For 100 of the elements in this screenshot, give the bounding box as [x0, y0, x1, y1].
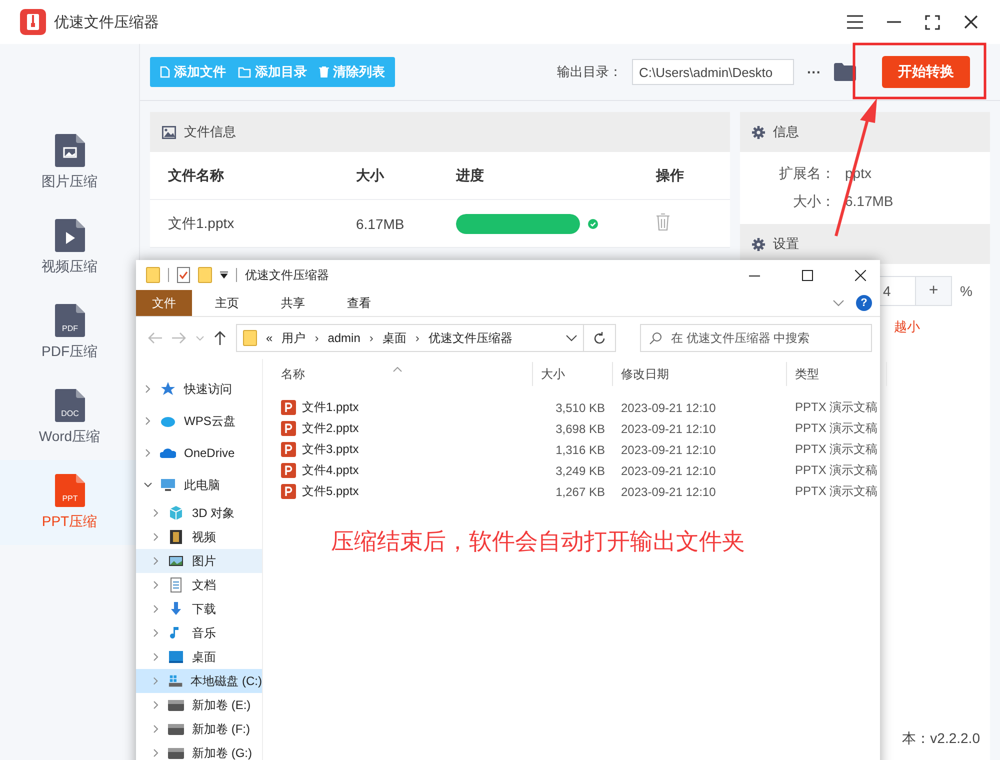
desktop-icon [168, 649, 184, 665]
nav-item[interactable]: 文档 [136, 573, 262, 597]
help-button[interactable]: ? [856, 295, 872, 311]
table-cell-text: 3,510 KB [554, 400, 606, 414]
nav-item[interactable]: 视频 [136, 525, 262, 549]
chevron-right-icon[interactable] [152, 533, 160, 541]
presentation-file-icon [281, 484, 296, 499]
panel-title: 文件信息 [184, 123, 236, 141]
output-path-field[interactable]: C:\Users\admin\Deskto [632, 59, 794, 85]
nav-item[interactable]: 此电脑 [136, 469, 262, 501]
nav-item[interactable]: 新加卷 (E:) [136, 693, 262, 717]
chevron-right-icon[interactable] [152, 581, 160, 589]
breadcrumb-separator[interactable]: › [415, 331, 420, 345]
refresh-button[interactable] [584, 324, 616, 352]
breadcrumb-item[interactable]: 用户 [282, 330, 306, 346]
nav-item[interactable]: 3D 对象 [136, 501, 262, 525]
address-bar[interactable]: « 用户 › admin › 桌面 › 优速文件压缩器 [236, 324, 584, 352]
nav-item[interactable]: 音乐 [136, 621, 262, 645]
sidebar-item[interactable]: 视频压缩 [0, 205, 139, 290]
breadcrumb-item[interactable]: « [266, 331, 273, 345]
doc-icon [168, 577, 184, 593]
close-icon[interactable] [855, 270, 866, 280]
ribbon-tab[interactable]: 文件 [136, 290, 192, 316]
panel-title: 信息 [773, 123, 799, 141]
file-name[interactable]: 文件3.pptx [302, 441, 359, 458]
osdrive-icon [168, 673, 183, 689]
chevron-right-icon[interactable] [152, 701, 160, 709]
chevron-right-icon[interactable] [152, 629, 160, 637]
drive-icon [168, 697, 184, 713]
presentation-file-icon [281, 442, 296, 457]
ribbon-tab[interactable]: 共享 [262, 290, 324, 316]
chevron-right-icon[interactable] [152, 749, 160, 757]
plus-button[interactable]: + [916, 276, 952, 306]
sort-caret-icon[interactable] [393, 367, 402, 372]
window-title: 优速文件压缩器 [245, 266, 329, 284]
column-header[interactable]: 名称 [273, 362, 533, 386]
sidebar-item[interactable]: DOC Word压缩 [0, 375, 139, 460]
breadcrumb-item[interactable]: 优速文件压缩器 [428, 330, 512, 346]
breadcrumb-item[interactable]: 桌面 [382, 330, 406, 346]
version-text: 本：v2.2.2.0 [902, 730, 980, 748]
table-cell-text: PPTX 演示文稿 [794, 483, 879, 500]
chevron-right-icon[interactable] [144, 449, 152, 457]
nav-item[interactable]: 新加卷 (F:) [136, 717, 262, 741]
chevron-right-icon[interactable] [152, 653, 160, 661]
chevron-right-icon[interactable] [152, 605, 160, 613]
chevron-right-icon[interactable] [152, 725, 160, 733]
chevron-down-icon[interactable] [144, 481, 152, 489]
back-icon[interactable] [148, 332, 162, 344]
table-cell-text: 2023-09-21 12:10 [620, 484, 717, 498]
file-name[interactable]: 文件4.pptx [302, 462, 359, 479]
hint-text: 越小 [894, 318, 920, 336]
sidebar-item[interactable]: PDF PDF压缩 [0, 290, 139, 375]
nav-item[interactable]: 图片 [136, 549, 262, 573]
chevron-right-icon[interactable] [152, 677, 160, 685]
file-icon [160, 66, 170, 78]
menu-icon[interactable] [847, 15, 863, 29]
gear-icon [752, 126, 765, 138]
presentation-file-icon [281, 463, 296, 478]
output-label: 输出目录： [557, 63, 622, 81]
ribbon-tab[interactable]: 主页 [196, 290, 258, 316]
trash-icon[interactable] [656, 213, 670, 231]
column-header[interactable]: 修改日期 [613, 362, 787, 386]
table-cell-text: 1,267 KB [554, 484, 606, 498]
table-cell-text: 3,698 KB [554, 422, 606, 436]
chevron-right-icon[interactable] [152, 509, 160, 517]
app-title: 优速文件压缩器 [54, 12, 159, 32]
chevron-down-icon[interactable] [566, 334, 577, 342]
nav-item[interactable]: 快速访问 [136, 373, 262, 405]
breadcrumb-separator[interactable]: › [314, 331, 319, 345]
file-name[interactable]: 文件1.pptx [302, 399, 359, 416]
nav-item[interactable]: 下载 [136, 597, 262, 621]
up-icon[interactable] [214, 331, 226, 345]
close-icon[interactable] [964, 15, 978, 29]
file-name[interactable]: 文件5.pptx [302, 483, 359, 500]
breadcrumb-item[interactable]: admin [328, 331, 360, 345]
sidebar-item[interactable]: 图片压缩 [0, 120, 139, 205]
forward-icon[interactable] [172, 332, 186, 344]
chevron-right-icon[interactable] [144, 417, 152, 425]
sidebar-item[interactable]: PPT PPT压缩 [0, 460, 139, 545]
fullscreen-icon[interactable] [925, 14, 940, 30]
chevron-right-icon[interactable] [152, 557, 160, 565]
properties-icon[interactable] [177, 267, 190, 283]
file-name[interactable]: 文件2.pptx [302, 420, 359, 437]
nav-item[interactable]: OneDrive [136, 437, 262, 469]
column-header[interactable]: 大小 [533, 362, 613, 386]
nav-item[interactable]: 新加卷 (G:) [136, 741, 262, 760]
breadcrumb-separator[interactable]: › [369, 331, 374, 345]
table-cell-text: PPTX 演示文稿 [794, 420, 879, 437]
nav-item[interactable]: WPS云盘 [136, 405, 262, 437]
chevron-right-icon[interactable] [144, 385, 152, 393]
more-button[interactable]: ··· [800, 63, 828, 81]
table-cell-text: 2023-09-21 12:10 [620, 442, 717, 456]
search-field[interactable]: 在 优速文件压缩器 中搜索 [640, 324, 872, 352]
maximize-icon[interactable] [802, 270, 813, 280]
nav-item[interactable]: 桌面 [136, 645, 262, 669]
dropdown-icon[interactable] [220, 271, 228, 279]
column-header[interactable]: 类型 [787, 362, 887, 386]
nav-item[interactable]: 本地磁盘 (C:) [136, 669, 262, 693]
ribbon-tab[interactable]: 查看 [328, 290, 390, 316]
start-button[interactable]: 开始转换 [882, 56, 970, 88]
